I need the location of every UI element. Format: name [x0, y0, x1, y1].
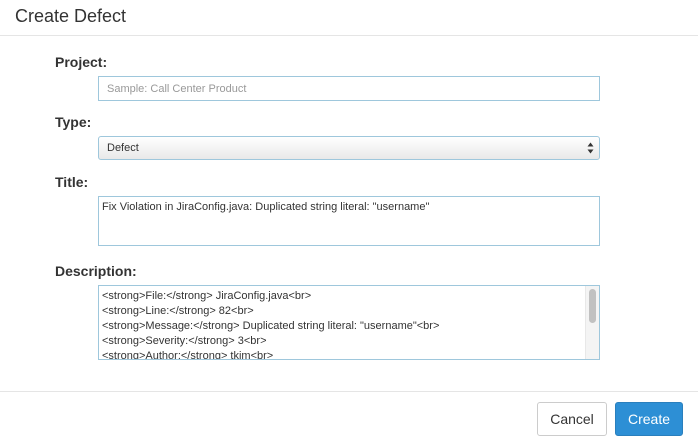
description-content: <strong>File:</strong> JiraConfig.java<b…	[102, 289, 582, 360]
type-label: Type:	[55, 114, 92, 130]
description-line: <strong>File:</strong> JiraConfig.java<b…	[102, 290, 312, 302]
dialog-header: Create Defect	[0, 0, 698, 36]
select-arrows-icon	[587, 142, 594, 154]
create-defect-dialog: Create Defect Project: Type: Defect Titl…	[0, 0, 698, 446]
title-textarea-value: Fix Violation in JiraConfig.java: Duplic…	[102, 201, 430, 213]
project-label: Project:	[55, 54, 108, 70]
description-label: Description:	[55, 263, 137, 279]
dialog-title: Create Defect	[15, 6, 127, 26]
description-line: <strong>Author:</strong> tkim<br>	[102, 350, 274, 360]
title-textarea[interactable]: Fix Violation in JiraConfig.java: Duplic…	[98, 196, 600, 246]
description-textarea[interactable]: <strong>File:</strong> JiraConfig.java<b…	[98, 285, 600, 360]
create-button[interactable]: Create	[615, 402, 683, 436]
description-line: <strong>Severity:</strong> 3<br>	[102, 335, 267, 347]
description-line: <strong>Message:</strong> Duplicated str…	[102, 320, 440, 332]
description-scrollbar[interactable]	[585, 286, 599, 359]
type-select[interactable]: Defect	[98, 136, 600, 160]
description-line: <strong>Line:</strong> 82<br>	[102, 305, 254, 317]
description-scroll-thumb[interactable]	[589, 289, 596, 323]
type-select-value: Defect	[107, 142, 139, 154]
project-input[interactable]	[98, 76, 600, 101]
cancel-button[interactable]: Cancel	[537, 402, 607, 436]
title-label: Title:	[55, 174, 89, 190]
